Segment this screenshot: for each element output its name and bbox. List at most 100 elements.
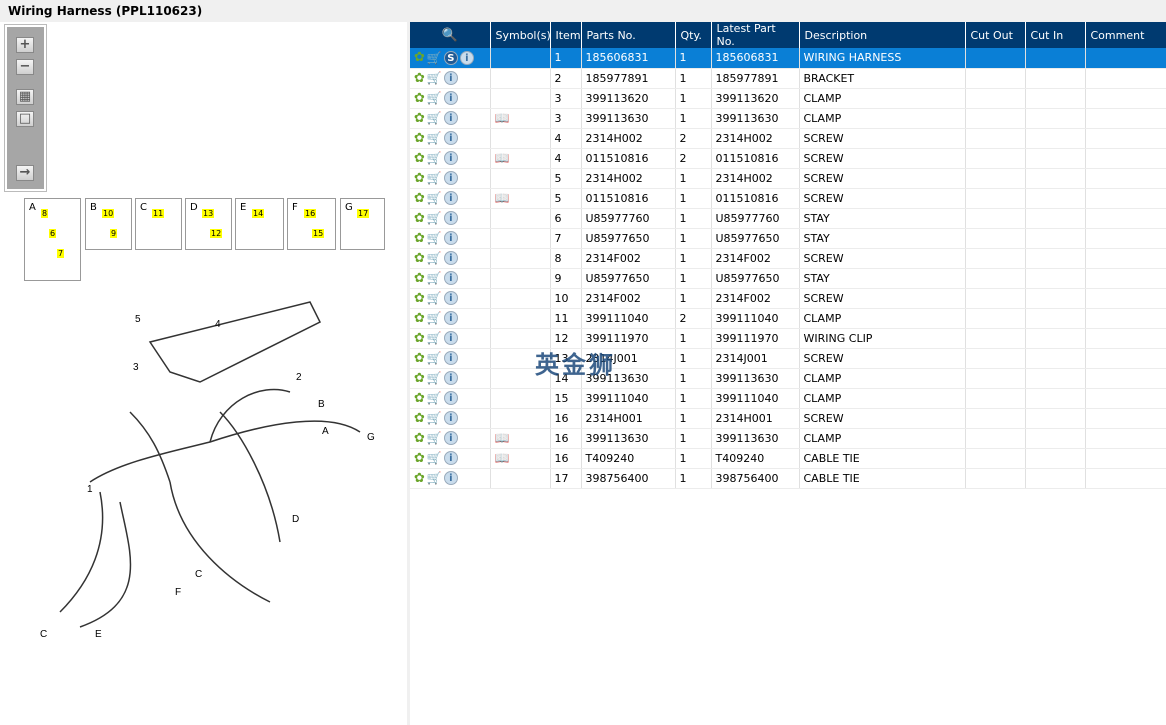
thumbnail-g[interactable]: G 17 xyxy=(340,198,385,250)
diagram-callout[interactable]: C xyxy=(40,629,47,640)
cart-icon[interactable]: 🛒 xyxy=(427,151,442,165)
table-row[interactable]: ✿ 🛒 i 15 399111040 1 399111040 CLAMP xyxy=(410,388,1166,409)
callout-label[interactable]: 17 xyxy=(357,209,370,218)
thumbnail-a[interactable]: A8 6 7 xyxy=(24,198,81,281)
column-header[interactable]: Comment xyxy=(1085,22,1166,48)
info-icon[interactable]: i xyxy=(443,311,458,325)
table-row[interactable]: ✿ 🛒 i 📖 5 011510816 1 011510816 SCREW xyxy=(410,188,1166,209)
info-icon[interactable]: i xyxy=(443,171,458,185)
info-icon[interactable]: i xyxy=(443,111,458,125)
thumbnail-f[interactable]: F 16 15 xyxy=(287,198,336,250)
cart-icon[interactable]: 🛒 xyxy=(427,191,442,205)
table-row[interactable]: ✿ 🛒 i 6 U85977760 1 U85977760 STAY xyxy=(410,208,1166,229)
gear-icon[interactable]: ✿ xyxy=(414,151,425,166)
table-row[interactable]: ✿ 🛒 i 9 U85977650 1 U85977650 STAY xyxy=(410,268,1166,289)
cart-icon[interactable]: 🛒 xyxy=(427,451,442,465)
callout-label[interactable]: 12 xyxy=(210,229,223,238)
zoom-out-icon[interactable]: − xyxy=(16,59,34,75)
gear-icon[interactable]: ✿ xyxy=(414,351,425,366)
table-row[interactable]: ✿ 🛒 i 14 399113630 1 399113630 CLAMP xyxy=(410,368,1166,389)
table-row[interactable]: ✿ 🛒 i 10 2314F002 1 2314F002 SCREW xyxy=(410,288,1166,309)
cart-icon[interactable]: 🛒 xyxy=(427,91,442,105)
cart-icon[interactable]: 🛒 xyxy=(427,391,442,405)
thumbnail-b[interactable]: B 10 9 xyxy=(85,198,132,250)
info-icon[interactable]: i xyxy=(443,91,458,105)
column-header[interactable]: Item xyxy=(550,22,582,48)
gear-icon[interactable]: ✿ xyxy=(414,391,425,406)
gear-icon[interactable]: ✿ xyxy=(414,71,425,86)
info-icon[interactable]: i xyxy=(443,251,458,265)
book-icon[interactable]: 📖 xyxy=(495,151,510,165)
table-row[interactable]: ✿ 🛒 i 📖 4 011510816 2 011510816 SCREW xyxy=(410,148,1166,169)
diagram-callout[interactable]: 2 xyxy=(296,372,302,383)
table-row[interactable]: ✿ 🛒 i 3 399113620 1 399113620 CLAMP xyxy=(410,88,1166,109)
thumbnail-e[interactable]: E 14 xyxy=(235,198,284,250)
diagram-callout[interactable]: 1 xyxy=(87,484,93,495)
thumbnail-c[interactable]: C 11 xyxy=(135,198,182,250)
diagram-callout[interactable]: D xyxy=(292,514,299,525)
column-header[interactable]: Symbol(s) xyxy=(490,22,551,48)
cart-icon[interactable]: 🛒 xyxy=(427,71,442,85)
table-row[interactable]: ✿ 🛒 Si 1 185606831 1 185606831 WIRING HARN… xyxy=(410,48,1166,69)
diagram-callout[interactable]: E xyxy=(95,629,102,640)
diagram-callout[interactable]: 4 xyxy=(215,319,221,330)
cart-icon[interactable]: 🛒 xyxy=(427,271,442,285)
info-icon[interactable]: i xyxy=(443,211,458,225)
thumbnail-d[interactable]: D 13 12 xyxy=(185,198,232,250)
gear-icon[interactable]: ✿ xyxy=(414,131,425,146)
info-icon[interactable]: i xyxy=(443,71,458,85)
gear-icon[interactable]: ✿ xyxy=(414,471,425,486)
table-row[interactable]: ✿ 🛒 i 5 2314H002 1 2314H002 SCREW xyxy=(410,168,1166,189)
book-icon[interactable]: 📖 xyxy=(495,451,510,465)
search-icon[interactable]: 🔍 xyxy=(442,28,458,43)
cart-icon[interactable]: 🛒 xyxy=(427,211,442,225)
diagram-callout[interactable]: 5 xyxy=(135,314,141,325)
cart-icon[interactable]: 🛒 xyxy=(427,251,442,265)
table-row[interactable]: ✿ 🛒 i 4 2314H002 2 2314H002 SCREW xyxy=(410,128,1166,149)
gear-icon[interactable]: ✿ xyxy=(414,311,425,326)
gear-icon[interactable]: ✿ xyxy=(414,271,425,286)
callout-label[interactable]: 16 xyxy=(304,209,317,218)
table-row[interactable]: ✿ 🛒 i 11 399111040 2 399111040 CLAMP xyxy=(410,308,1166,329)
export-icon[interactable]: → xyxy=(16,165,34,181)
info-icon[interactable]: i xyxy=(443,231,458,245)
column-header[interactable]: Latest Part No. xyxy=(711,22,800,48)
gear-icon[interactable]: ✿ xyxy=(414,331,425,346)
book-icon[interactable]: 📖 xyxy=(495,431,510,445)
cart-icon[interactable]: 🛒 xyxy=(427,331,442,345)
info-icon[interactable]: i xyxy=(443,391,458,405)
cart-icon[interactable]: 🛒 xyxy=(427,51,442,65)
cart-icon[interactable]: 🛒 xyxy=(427,231,442,245)
cart-icon[interactable]: 🛒 xyxy=(427,111,442,125)
gear-icon[interactable]: ✿ xyxy=(414,451,425,466)
gear-icon[interactable]: ✿ xyxy=(414,231,425,246)
book-icon[interactable]: 📖 xyxy=(495,191,510,205)
s-icon[interactable]: S xyxy=(443,50,458,65)
cart-icon[interactable]: 🛒 xyxy=(427,411,442,425)
gear-icon[interactable]: ✿ xyxy=(414,191,425,206)
info-icon[interactable]: i xyxy=(443,271,458,285)
callout-label[interactable]: 13 xyxy=(202,209,215,218)
book-icon[interactable]: 📖 xyxy=(495,111,510,125)
gear-icon[interactable]: ✿ xyxy=(414,431,425,446)
cart-icon[interactable]: 🛒 xyxy=(427,291,442,305)
callout-label[interactable]: 8 xyxy=(41,209,49,218)
callout-label[interactable]: 10 xyxy=(102,209,115,218)
diagram-callout[interactable]: C xyxy=(195,569,202,580)
info-icon[interactable]: i xyxy=(443,291,458,305)
diagram-callout[interactable]: A xyxy=(322,426,329,437)
callout-label[interactable]: 6 xyxy=(49,229,57,238)
table-row[interactable]: ✿ 🛒 i 13 2314J001 1 2314J001 SCREW xyxy=(410,348,1166,369)
diagram-callout[interactable]: F xyxy=(175,587,181,598)
column-header[interactable]: Cut Out xyxy=(965,22,1026,48)
cart-icon[interactable]: 🛒 xyxy=(427,471,442,485)
callout-label[interactable]: 15 xyxy=(312,229,325,238)
info-icon[interactable]: i xyxy=(443,331,458,345)
table-row[interactable]: ✿ 🛒 i 8 2314F002 1 2314F002 SCREW xyxy=(410,248,1166,269)
table-row[interactable]: ✿ 🛒 i 📖 16 T409240 1 T409240 CABLE TIE xyxy=(410,448,1166,469)
callout-label[interactable]: 9 xyxy=(110,229,118,238)
info-icon[interactable]: i xyxy=(443,451,458,465)
gear-icon[interactable]: ✿ xyxy=(414,291,425,306)
info-icon[interactable]: i xyxy=(443,151,458,165)
gear-icon[interactable]: ✿ xyxy=(414,50,425,65)
